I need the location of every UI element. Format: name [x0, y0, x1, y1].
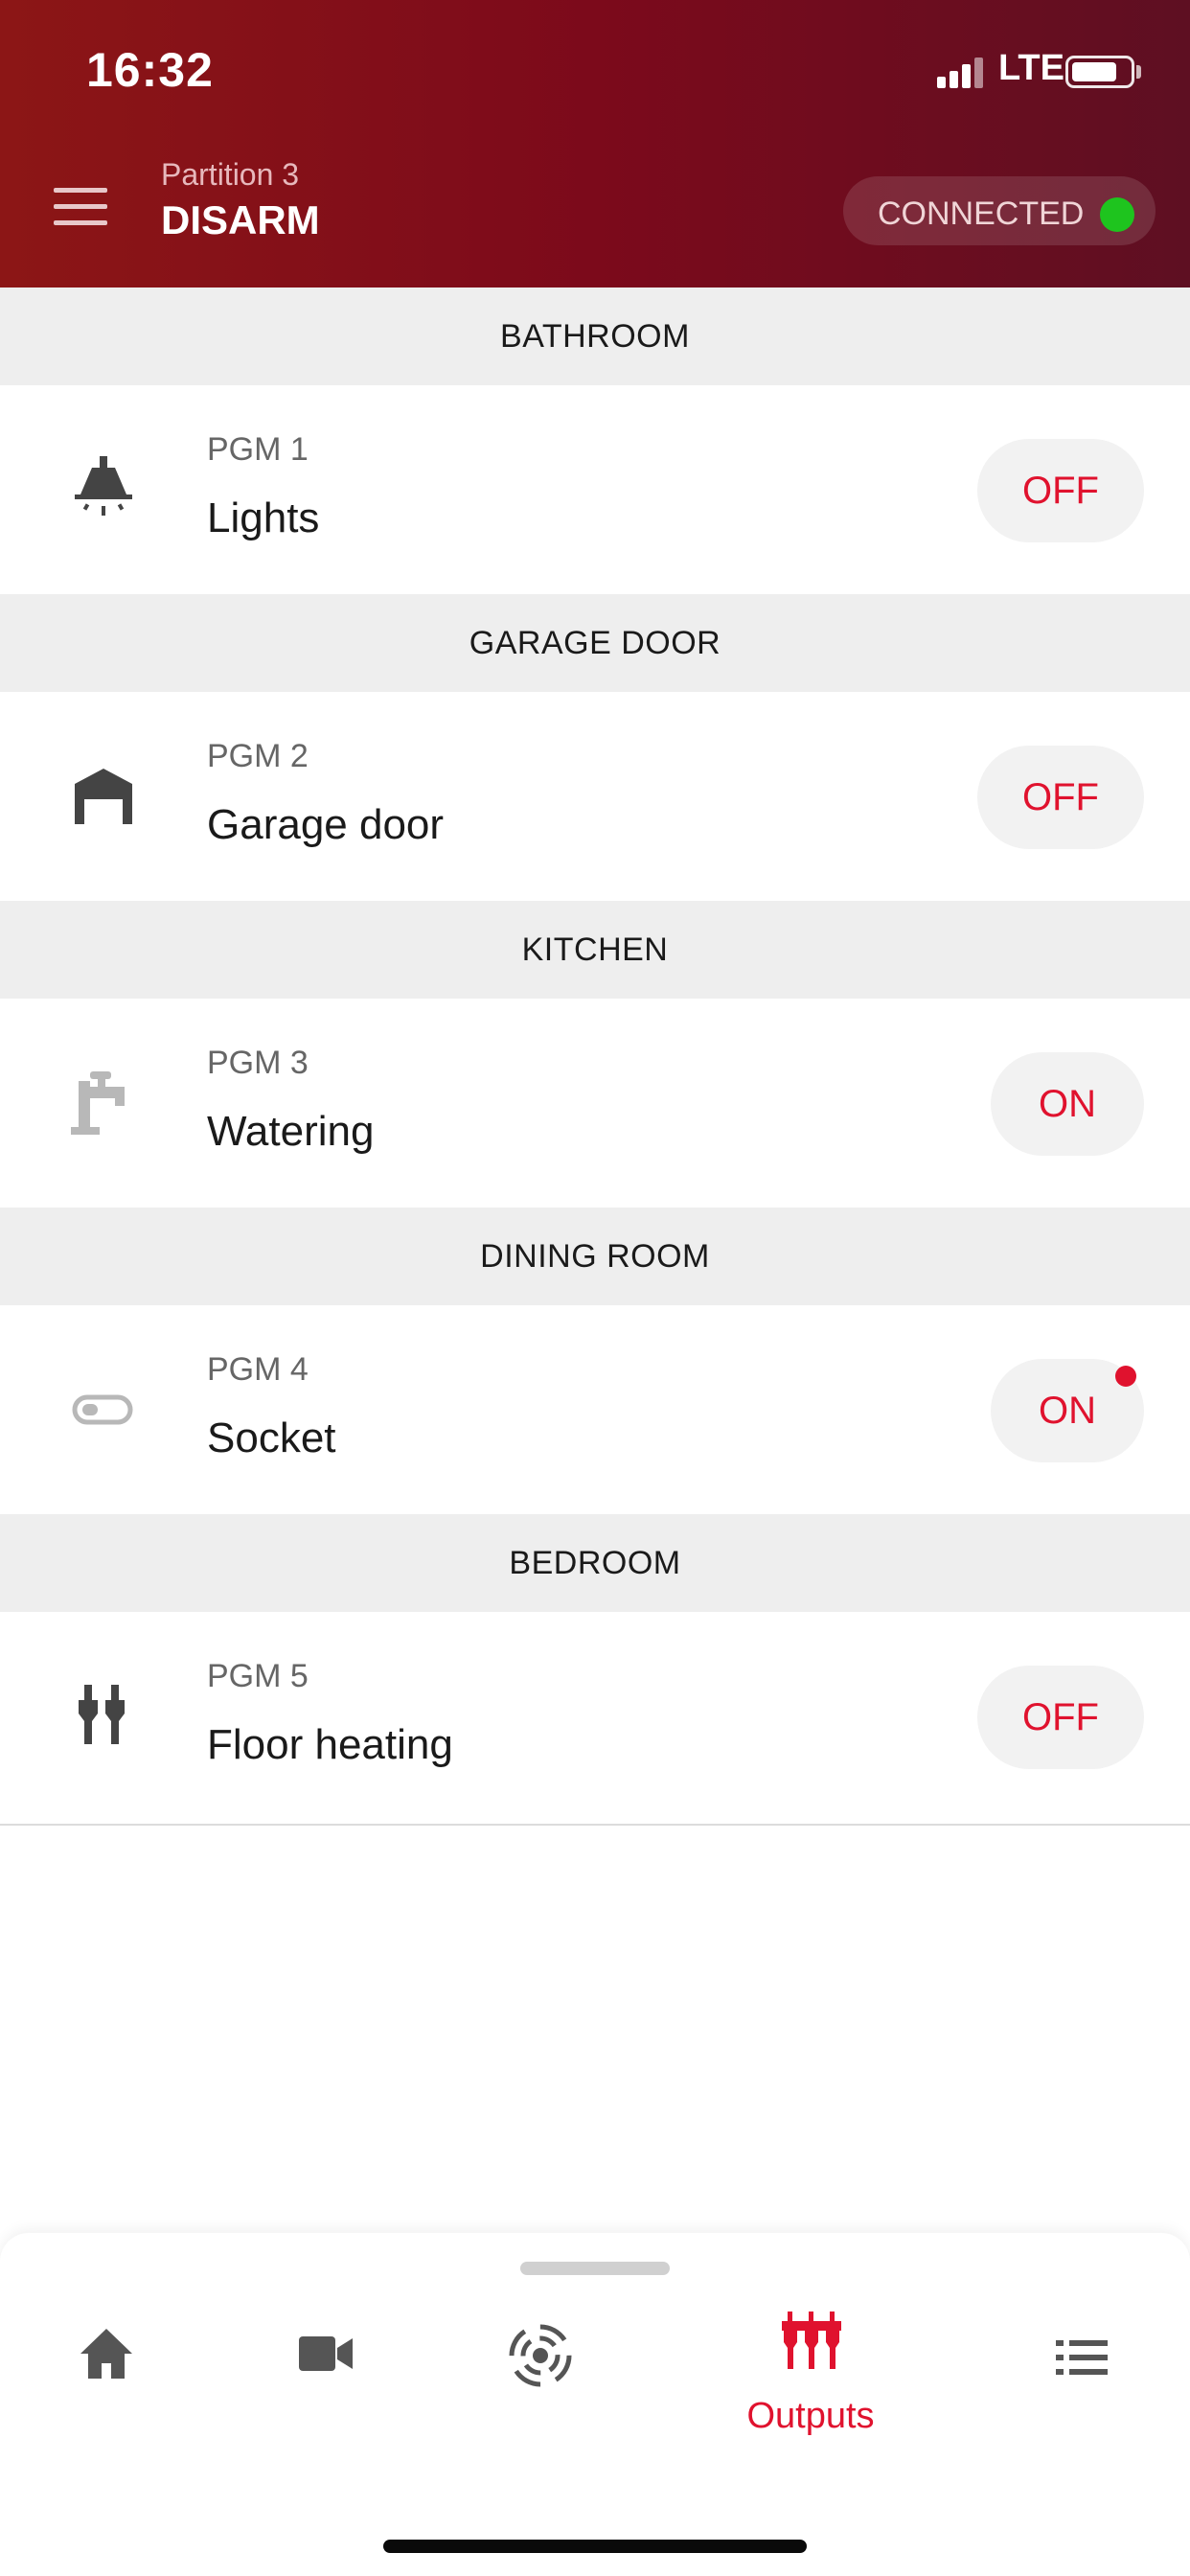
- toggle-switch-icon: [69, 1374, 138, 1443]
- pgm-label: PGM 3: [207, 1045, 309, 1081]
- output-name: Floor heating: [207, 1721, 453, 1768]
- section-title: KITCHEN: [521, 932, 669, 968]
- section-title: BEDROOM: [509, 1545, 681, 1581]
- output-row-socket[interactable]: PGM 4 Socket ON: [0, 1305, 1190, 1514]
- section-title: GARAGE DOOR: [469, 625, 721, 661]
- output-row-watering[interactable]: PGM 3 Watering ON: [0, 999, 1190, 1208]
- list-divider: [0, 1824, 1190, 1826]
- list-icon[interactable]: [1056, 2340, 1108, 2380]
- battery-icon: [1065, 56, 1134, 88]
- section-header-bedroom: BEDROOM: [0, 1514, 1190, 1612]
- section-header-garage-door: GARAGE DOOR: [0, 594, 1190, 692]
- connection-label: CONNECTED: [878, 196, 1085, 232]
- output-name: Watering: [207, 1108, 375, 1155]
- output-row-floor-heating[interactable]: PGM 5 Floor heating OFF: [0, 1612, 1190, 1821]
- nav-label-outputs[interactable]: Outputs: [728, 2396, 893, 2437]
- partition-label: Partition 3: [161, 157, 300, 192]
- menu-icon[interactable]: [54, 188, 107, 226]
- notification-dot: [1115, 1366, 1136, 1387]
- output-row-garage-door[interactable]: PGM 2 Garage door OFF: [0, 692, 1190, 901]
- section-header-bathroom: BATHROOM: [0, 288, 1190, 385]
- status-time: 16:32: [86, 43, 214, 97]
- section-title: BATHROOM: [500, 318, 690, 355]
- section-header-kitchen: KITCHEN: [0, 901, 1190, 999]
- app-header: 16:32 LTE Partition 3 DISARM CONNECTED: [0, 0, 1190, 288]
- signal-icon: [937, 56, 985, 88]
- home-indicator: [383, 2540, 807, 2553]
- garage-icon: [69, 761, 138, 830]
- plug-icon: [69, 1681, 138, 1750]
- drag-handle[interactable]: [520, 2262, 670, 2275]
- pgm-label: PGM 4: [207, 1351, 309, 1388]
- outputs-screen: 16:32 LTE Partition 3 DISARM CONNECTED B…: [0, 0, 1190, 2576]
- toggle-button-watering[interactable]: ON: [991, 1052, 1144, 1156]
- connection-badge: CONNECTED: [843, 176, 1156, 245]
- ceiling-lamp-icon: [69, 454, 138, 523]
- output-name: Lights: [207, 494, 320, 541]
- connection-status-dot: [1100, 197, 1134, 232]
- battery-cap: [1136, 65, 1141, 79]
- section-header-dining-room: DINING ROOM: [0, 1208, 1190, 1305]
- bottom-nav: Outputs: [0, 2233, 1190, 2576]
- video-camera-icon[interactable]: [297, 2333, 355, 2380]
- pgm-label: PGM 1: [207, 431, 309, 468]
- output-row-lights[interactable]: PGM 1 Lights OFF: [0, 385, 1190, 594]
- section-title: DINING ROOM: [480, 1238, 710, 1275]
- pgm-label: PGM 5: [207, 1658, 309, 1694]
- toggle-button-lights[interactable]: OFF: [977, 439, 1144, 542]
- output-name: Garage door: [207, 801, 445, 848]
- output-name: Socket: [207, 1414, 336, 1461]
- home-icon[interactable]: [79, 2327, 134, 2385]
- arm-mode: DISARM: [161, 197, 320, 242]
- pgm-label: PGM 2: [207, 738, 309, 774]
- toggle-button-floor-heating[interactable]: OFF: [977, 1666, 1144, 1769]
- outputs-icon[interactable]: [780, 2310, 843, 2378]
- water-tap-icon: [69, 1068, 138, 1137]
- toggle-button-garage-door[interactable]: OFF: [977, 746, 1144, 849]
- sensor-icon[interactable]: [508, 2323, 573, 2393]
- network-type: LTE: [998, 48, 1064, 88]
